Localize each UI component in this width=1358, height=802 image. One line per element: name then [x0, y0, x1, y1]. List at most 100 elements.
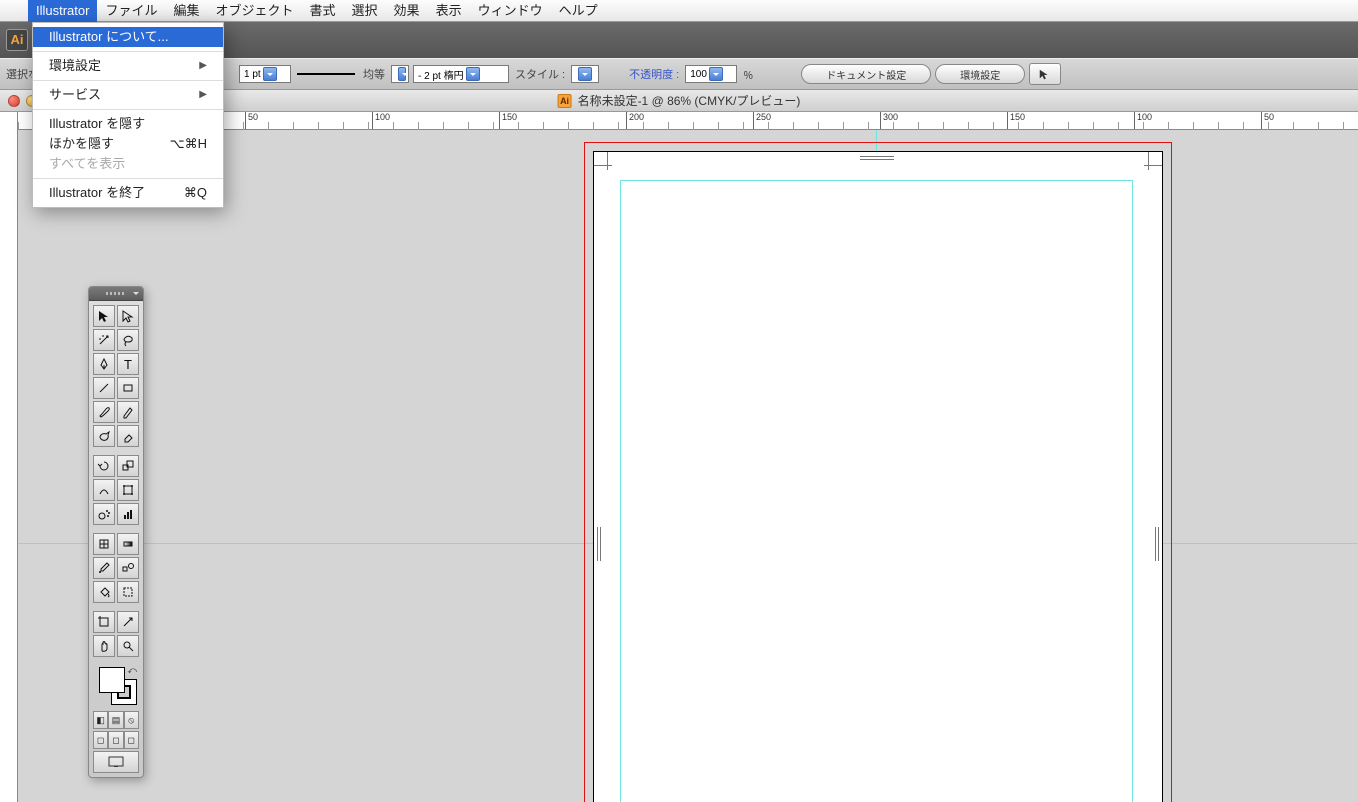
draw-normal-button[interactable]: ◻ [93, 731, 108, 749]
combo-value: - 2 pt 楕円 [418, 67, 464, 82]
menu-edit[interactable]: 編集 [165, 0, 207, 22]
zoom-tool[interactable] [117, 635, 139, 657]
registration-mark [1158, 527, 1159, 561]
style-label: スタイル : [515, 66, 565, 82]
app-logo-icon: Ai [6, 29, 28, 51]
blob-brush-tool[interactable] [93, 425, 115, 447]
mesh-tool[interactable] [93, 533, 115, 555]
close-window-button[interactable] [8, 95, 20, 107]
gradient-mode-button[interactable]: ▤ [108, 711, 123, 729]
margin-guide [620, 180, 1133, 802]
rectangle-tool[interactable] [117, 377, 139, 399]
menu-services[interactable]: サービス▶ [33, 85, 223, 105]
artboard-tool[interactable] [93, 611, 115, 633]
percent-label: ％ [743, 67, 753, 82]
illustrator-menu-dropdown: Illustrator について... 環境設定▶ サービス▶ Illustra… [32, 22, 224, 208]
menu-preferences[interactable]: 環境設定▶ [33, 56, 223, 76]
color-mode-button[interactable]: ◧ [93, 711, 108, 729]
hand-tool[interactable] [93, 635, 115, 657]
line-tool[interactable] [93, 377, 115, 399]
slice-tool[interactable] [117, 611, 139, 633]
none-mode-button[interactable]: ⦸ [124, 711, 139, 729]
eraser-tool[interactable] [117, 425, 139, 447]
free-transform-tool[interactable] [117, 479, 139, 501]
lasso-tool[interactable] [117, 329, 139, 351]
dropdown-arrow-icon [709, 67, 723, 81]
menu-item-label: すべてを表示 [49, 154, 125, 174]
opacity-label[interactable]: 不透明度 : [629, 66, 679, 82]
menu-window[interactable]: ウィンドウ [470, 0, 551, 22]
dropdown-arrow-icon [263, 67, 277, 81]
mac-menubar: Illustrator ファイル 編集 オブジェクト 書式 選択 効果 表示 ウ… [0, 0, 1358, 22]
gradient-tool[interactable] [117, 533, 139, 555]
draw-inside-button[interactable]: ◻ [124, 731, 139, 749]
align-label: 均等 [363, 66, 385, 82]
align-combo[interactable] [391, 65, 409, 83]
dropdown-arrow-icon [578, 67, 592, 81]
menu-show-all: すべてを表示 [33, 154, 223, 174]
opacity-combo[interactable]: 100 [685, 65, 737, 83]
column-graph-tool[interactable] [117, 503, 139, 525]
collapse-arrow-icon[interactable] [131, 289, 140, 298]
menu-item-label: ほかを隠す [49, 134, 114, 154]
rotate-tool[interactable] [93, 455, 115, 477]
selection-tool[interactable] [93, 305, 115, 327]
registration-mark [600, 527, 601, 561]
direct-selection-tool[interactable] [117, 305, 139, 327]
screen-mode-button[interactable] [93, 751, 139, 773]
menu-object[interactable]: オブジェクト [208, 0, 302, 22]
paintbrush-tool[interactable] [93, 401, 115, 423]
crop-mark [594, 165, 612, 166]
registration-mark [860, 159, 894, 160]
menu-separator [33, 51, 223, 52]
preferences-button[interactable]: 環境設定 [935, 64, 1025, 84]
canvas-area[interactable] [18, 130, 1358, 802]
crop-mark [607, 152, 608, 170]
type-tool[interactable]: T [117, 353, 139, 375]
panel-header[interactable] [89, 287, 143, 301]
menu-quit-illustrator[interactable]: Illustrator を終了⌘Q [33, 183, 223, 203]
live-paint-bucket-tool[interactable] [93, 581, 115, 603]
menu-item-label: Illustrator を終了 [49, 183, 145, 203]
scale-tool[interactable] [117, 455, 139, 477]
live-paint-selection-tool[interactable] [117, 581, 139, 603]
document-setup-button[interactable]: ドキュメント設定 [801, 64, 931, 84]
menu-type[interactable]: 書式 [302, 0, 344, 22]
pen-tool[interactable] [93, 353, 115, 375]
menu-view[interactable]: 表示 [428, 0, 470, 22]
menu-about-illustrator[interactable]: Illustrator について... [33, 27, 223, 47]
menu-help[interactable]: ヘルプ [551, 0, 606, 22]
fill-stroke-swatch[interactable]: ⤺ [93, 665, 139, 709]
menu-file[interactable]: ファイル [97, 0, 165, 22]
crop-mark [1148, 152, 1149, 170]
vertical-ruler[interactable] [0, 112, 18, 802]
menu-illustrator[interactable]: Illustrator [28, 0, 97, 22]
menu-shortcut: ⌥⌘H [170, 134, 207, 154]
warp-tool[interactable] [93, 479, 115, 501]
eyedropper-tool[interactable] [93, 557, 115, 579]
menu-effect[interactable]: 効果 [386, 0, 428, 22]
menu-separator [33, 109, 223, 110]
draw-behind-button[interactable]: ◻ [108, 731, 123, 749]
cursor-options-button[interactable] [1029, 63, 1061, 85]
stroke-weight-combo[interactable]: 1 pt [239, 65, 291, 83]
menu-select[interactable]: 選択 [344, 0, 386, 22]
symbol-sprayer-tool[interactable] [93, 503, 115, 525]
tools-panel[interactable]: T⤺◧▤⦸◻◻◻ [88, 286, 144, 778]
brush-combo[interactable]: - 2 pt 楕円 [413, 65, 509, 83]
registration-mark [597, 527, 598, 561]
magic-wand-tool[interactable] [93, 329, 115, 351]
grip-icon [106, 292, 126, 295]
combo-value: 100 [690, 69, 707, 80]
blend-tool[interactable] [117, 557, 139, 579]
menu-hide-others[interactable]: ほかを隠す ⌥⌘H [33, 134, 223, 154]
pencil-tool[interactable] [117, 401, 139, 423]
dropdown-arrow-icon [466, 67, 480, 81]
stroke-preview [297, 73, 355, 75]
svg-text:T: T [124, 357, 132, 371]
menu-item-label: Illustrator について... [49, 27, 169, 47]
fill-swatch[interactable] [99, 667, 125, 693]
menu-hide-illustrator[interactable]: Illustrator を隠す [33, 114, 223, 134]
swap-fill-stroke-icon[interactable]: ⤺ [127, 665, 137, 676]
style-combo[interactable] [571, 65, 599, 83]
